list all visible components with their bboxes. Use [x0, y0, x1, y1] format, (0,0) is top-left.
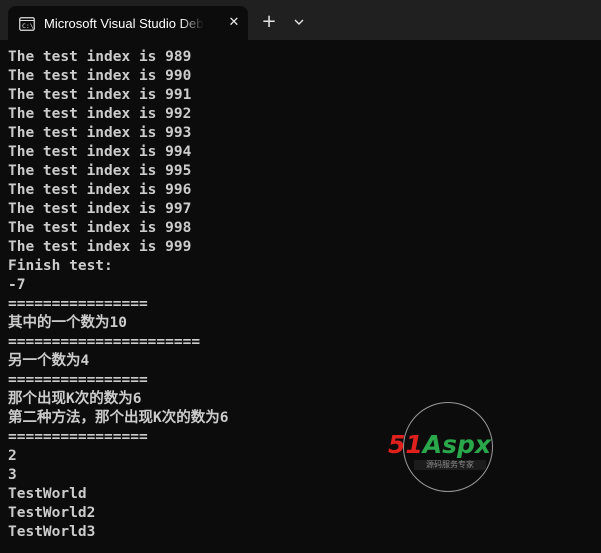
console-line: The test index is 992	[8, 106, 192, 122]
svg-text:C:\: C:\	[22, 22, 34, 30]
console-line: TestWorld3	[8, 524, 96, 540]
tab-dropdown-button[interactable]	[289, 13, 309, 31]
console-line: ======================	[8, 334, 201, 350]
console-line: The test index is 995	[8, 163, 192, 179]
tab-title: Microsoft Visual Studio Debug Console	[44, 16, 204, 31]
watermark-subtitle: 源码服务专家	[414, 460, 486, 470]
console-line: The test index is 989	[8, 49, 192, 65]
console-line: 另一个数为4	[8, 353, 90, 369]
tab-debug-console[interactable]: C:\ Microsoft Visual Studio Debug Consol…	[8, 6, 248, 40]
console-line: ================	[8, 372, 148, 388]
console-line: The test index is 994	[8, 144, 192, 160]
plus-icon: +	[261, 11, 277, 32]
console-line: The test index is 996	[8, 182, 192, 198]
console-line: The test index is 997	[8, 201, 192, 217]
title-bar: C:\ Microsoft Visual Studio Debug Consol…	[0, 0, 601, 40]
watermark-brand-red: 51	[388, 430, 423, 459]
chevron-down-icon	[294, 19, 304, 25]
console-line: The test index is 998	[8, 220, 192, 236]
console-line: Finish test:	[8, 258, 113, 274]
console-line: -7	[8, 277, 26, 293]
console-app-icon: C:\	[19, 16, 35, 31]
close-tab-button[interactable]: ✕	[225, 14, 243, 32]
console-line: The test index is 991	[8, 87, 192, 103]
console-line: TestWorld2	[8, 505, 96, 521]
watermark-logo: 51Aspx 源码服务专家	[388, 402, 512, 494]
new-tab-button[interactable]: +	[259, 12, 279, 32]
watermark-brand-green: Aspx	[422, 430, 492, 459]
console-line: The test index is 993	[8, 125, 192, 141]
console-line: The test index is 999	[8, 239, 192, 255]
watermark-brand: 51Aspx	[388, 430, 512, 460]
close-icon: ✕	[228, 15, 240, 30]
console-line: The test index is 990	[8, 68, 192, 84]
console-line: ================	[8, 296, 148, 312]
console-line: 其中的一个数为10	[8, 315, 127, 331]
